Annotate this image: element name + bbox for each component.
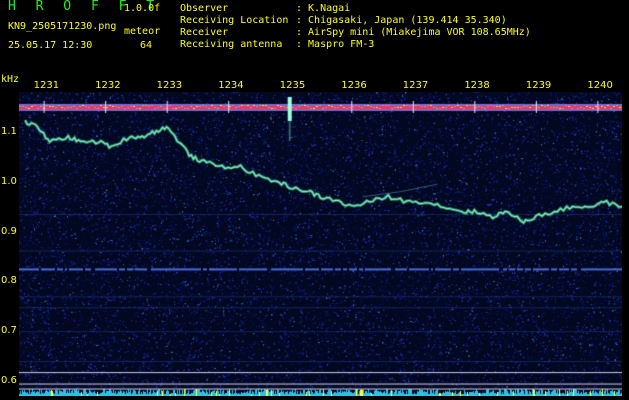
- capture-datetime: 25.05.17 12:30: [8, 40, 93, 51]
- x-tick-label: 1234: [218, 80, 244, 91]
- info-value: : AirSpy mini (Miakejima VOR 108.65MHz): [296, 27, 531, 38]
- info-key: Receiving Location: [180, 15, 289, 26]
- x-tick-label: 1236: [341, 80, 367, 91]
- x-tick-label: 1238: [464, 80, 490, 91]
- meteor-label: meteor: [124, 26, 161, 37]
- y-tick-label: 0.9: [1, 225, 17, 237]
- y-unit-label: kHz: [1, 74, 20, 85]
- y-tick-label: 1.1: [1, 125, 17, 137]
- x-tick-label: 1233: [156, 80, 183, 91]
- info-row-receiver: Receiver : AirSpy mini (Miakejima VOR 108…: [180, 27, 531, 38]
- x-tick-label: 1240: [587, 80, 613, 91]
- info-row-location: Receiving Location : Chigasaki, Japan (13…: [180, 15, 507, 26]
- y-tick-label: 0.7: [1, 325, 17, 337]
- info-value: : Chigasaki, Japan (139.414 35.340): [296, 15, 507, 26]
- info-key: Receiving antenna: [180, 39, 283, 50]
- x-tick-label: 1237: [402, 80, 429, 91]
- x-tick-label: 1235: [279, 80, 306, 91]
- info-row-antenna: Receiving antenna : Maspro FM-3: [180, 39, 374, 50]
- y-tick-label: 0.6: [1, 375, 17, 387]
- info-value: : K.Nagai: [296, 3, 351, 14]
- x-tick-label: 1232: [95, 80, 121, 91]
- x-tick-label: 1231: [33, 80, 60, 91]
- meteor-count: 64: [140, 40, 153, 51]
- y-tick-label: 0.8: [1, 275, 17, 287]
- y-tick-label: 1.0: [1, 175, 17, 187]
- version-label: 1.0.0f: [124, 3, 161, 14]
- info-value: : Maspro FM-3: [296, 39, 375, 50]
- spectrogram-plot: [19, 92, 622, 396]
- info-key: Observer: [180, 3, 229, 14]
- info-row-observer: Observer : K.Nagai: [180, 3, 350, 14]
- x-tick-label: 1239: [525, 80, 552, 91]
- image-filename: KN9_2505171230.png: [8, 21, 117, 32]
- info-key: Receiver: [180, 27, 229, 38]
